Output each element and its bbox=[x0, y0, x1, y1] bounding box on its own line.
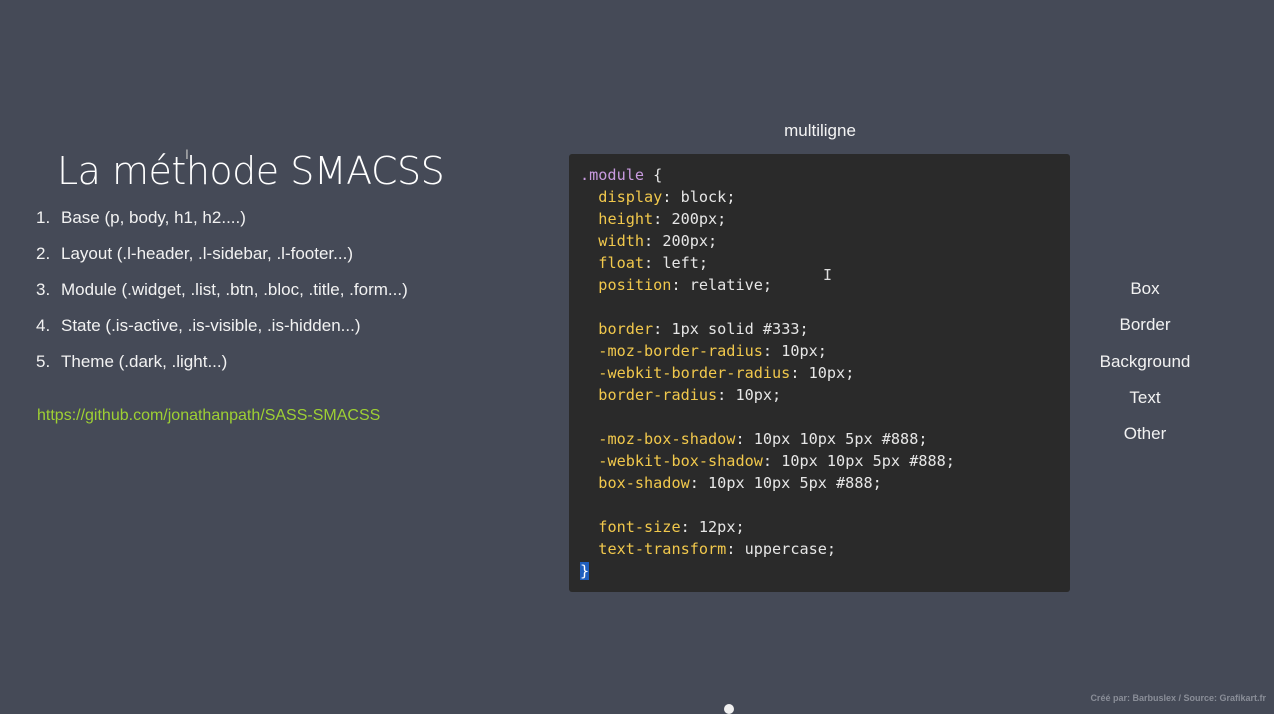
css-property: float bbox=[598, 254, 645, 272]
list-number: 2. bbox=[36, 244, 51, 263]
open-brace: { bbox=[644, 166, 663, 184]
css-value: uppercase; bbox=[744, 540, 837, 558]
css-value: 10px 10px 5px #888; bbox=[708, 474, 882, 492]
css-property: -moz-border-radius bbox=[598, 342, 763, 360]
css-property: position bbox=[598, 276, 672, 294]
code-line: border-radius: 10px; bbox=[598, 386, 782, 404]
css-property: text-transform bbox=[598, 540, 727, 558]
right-nav: Box Border Background Text Other bbox=[1085, 278, 1205, 459]
list-text: Layout (.l-header, .l-sidebar, .l-footer… bbox=[61, 244, 353, 263]
pager-dot[interactable] bbox=[724, 704, 734, 714]
list-number: 4. bbox=[36, 316, 51, 335]
code-block[interactable]: .module { display: block; height: 200px;… bbox=[569, 154, 1070, 592]
list-text: Base (p, body, h1, h2....) bbox=[61, 208, 246, 227]
code-line: -webkit-box-shadow: 10px 10px 5px #888; bbox=[598, 452, 955, 470]
css-value: 10px; bbox=[781, 342, 827, 360]
css-property: -webkit-border-radius bbox=[598, 364, 791, 382]
list-number: 5. bbox=[36, 352, 51, 371]
text-cursor-icon: I bbox=[185, 146, 189, 162]
code-line-selector: .module { bbox=[580, 164, 1070, 186]
css-value: 10px 10px 5px #888; bbox=[781, 452, 955, 470]
list-text: Module (.widget, .list, .btn, .bloc, .ti… bbox=[61, 280, 408, 299]
code-line: -moz-border-radius: 10px; bbox=[598, 342, 827, 360]
css-property: font-size bbox=[598, 518, 681, 536]
code-content: .module { display: block; height: 200px;… bbox=[580, 164, 1070, 582]
code-line: -moz-box-shadow: 10px 10px 5px #888; bbox=[598, 430, 928, 448]
text-cursor-icon: I bbox=[823, 266, 833, 284]
nav-item-text[interactable]: Text bbox=[1085, 387, 1205, 423]
css-property: display bbox=[598, 188, 663, 206]
list-number: 1. bbox=[36, 208, 51, 227]
code-line: width: 200px; bbox=[598, 232, 718, 250]
code-line: text-transform: uppercase; bbox=[598, 540, 837, 558]
code-line: box-shadow: 10px 10px 5px #888; bbox=[598, 474, 882, 492]
smacss-list: 1. Base (p, body, h1, h2....) 2. Layout (.… bbox=[36, 204, 408, 384]
code-line: -webkit-border-radius: 10px; bbox=[598, 364, 855, 382]
list-text: State (.is-active, .is-visible, .is-hidd… bbox=[61, 316, 361, 335]
close-brace: } bbox=[580, 562, 590, 580]
css-property: height bbox=[598, 210, 654, 228]
credit-text: Créé par: Barbuslex / Source: Grafikart.… bbox=[1090, 693, 1266, 703]
list-item: 4. State (.is-active, .is-visible, .is-hi… bbox=[36, 312, 408, 348]
list-item: 5. Theme (.dark, .light...) bbox=[36, 348, 408, 384]
nav-item-other[interactable]: Other bbox=[1085, 423, 1205, 459]
list-item: 3. Module (.widget, .list, .btn, .bloc, .… bbox=[36, 276, 408, 312]
css-property: border bbox=[598, 320, 654, 338]
css-property: box-shadow bbox=[598, 474, 690, 492]
nav-item-box[interactable]: Box bbox=[1085, 278, 1205, 314]
nav-item-background[interactable]: Background bbox=[1085, 351, 1205, 387]
css-value: 10px 10px 5px #888; bbox=[753, 430, 928, 448]
code-line: display: block; bbox=[598, 188, 736, 206]
code-line: border: 1px solid #333; bbox=[598, 320, 809, 338]
css-property: -webkit-box-shadow bbox=[598, 452, 763, 470]
css-property: border-radius bbox=[598, 386, 718, 404]
code-line-close: } bbox=[580, 560, 1070, 582]
slide-title: La méthode SMACSS bbox=[57, 149, 445, 193]
css-value: 10px; bbox=[735, 386, 782, 404]
list-text: Theme (.dark, .light...) bbox=[61, 352, 228, 371]
css-property: width bbox=[598, 232, 645, 250]
css-value: relative; bbox=[689, 276, 773, 294]
css-value: block; bbox=[680, 188, 736, 206]
nav-item-border[interactable]: Border bbox=[1085, 314, 1205, 350]
css-value: 200px; bbox=[671, 210, 727, 228]
css-value: 200px; bbox=[662, 232, 718, 250]
css-value: left; bbox=[662, 254, 709, 272]
css-value: 12px; bbox=[698, 518, 745, 536]
code-line: font-size: 12px; bbox=[598, 518, 745, 536]
list-item: 1. Base (p, body, h1, h2....) bbox=[36, 204, 408, 240]
css-value: 10px; bbox=[808, 364, 855, 382]
github-link[interactable]: https://github.com/jonathanpath/SASS-SMA… bbox=[37, 405, 380, 427]
list-number: 3. bbox=[36, 280, 51, 299]
code-caption: multiligne bbox=[784, 121, 856, 140]
list-item: 2. Layout (.l-header, .l-sidebar, .l-foot… bbox=[36, 240, 408, 276]
css-property: -moz-box-shadow bbox=[598, 430, 736, 448]
css-selector: .module bbox=[580, 166, 645, 184]
css-value: 1px solid #333; bbox=[671, 320, 809, 338]
code-line: height: 200px; bbox=[598, 210, 727, 228]
